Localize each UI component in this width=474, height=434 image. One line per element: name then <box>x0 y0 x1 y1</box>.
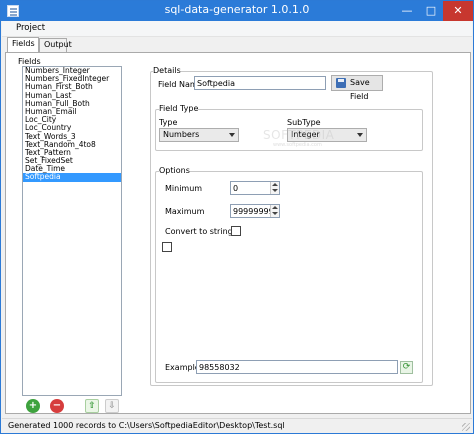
options-group <box>155 171 423 383</box>
refresh-icon: ⟳ <box>402 362 411 372</box>
field-type-group-label: Field Type <box>159 104 199 113</box>
minimum-value: 0 <box>233 184 239 193</box>
save-field-label: Save Field <box>350 78 370 101</box>
fields-group-label: Fields <box>18 57 41 66</box>
menu-project[interactable]: Project <box>16 23 45 33</box>
watermark-logo: SOFTPEDIA <box>263 128 335 142</box>
minus-icon: − <box>52 400 62 411</box>
spinner-icon[interactable] <box>270 182 279 194</box>
example-label: Example <box>165 363 200 372</box>
maximum-value: 99999999 <box>233 207 274 216</box>
move-down-button[interactable]: ⇩ <box>105 399 119 413</box>
details-group-label: Details <box>153 66 181 75</box>
option-checkbox[interactable] <box>162 242 172 252</box>
convert-to-string-label: Convert to string <box>165 227 233 236</box>
convert-to-string-checkbox[interactable] <box>231 226 241 236</box>
spin-up-icon[interactable] <box>272 183 278 186</box>
move-up-button[interactable]: ⇧ <box>85 399 99 413</box>
maximum-label: Maximum <box>165 207 205 216</box>
maximize-button[interactable]: □ <box>419 1 443 21</box>
watermark-url: www.softpedia.com <box>273 142 322 148</box>
status-text: Generated 1000 records to C:\Users\Softp… <box>8 421 285 430</box>
minimum-label: Minimum <box>165 184 203 193</box>
status-bar: Generated 1000 records to C:\Users\Softp… <box>2 418 472 433</box>
add-field-button[interactable]: + <box>26 399 40 413</box>
type-select[interactable]: Numbers <box>159 128 239 142</box>
tab-output[interactable]: Output <box>39 38 72 52</box>
arrow-up-icon: ⇧ <box>88 401 96 411</box>
example-field[interactable]: 98558032 <box>196 360 398 374</box>
list-item-selected[interactable]: Softpedia <box>23 173 121 182</box>
close-button[interactable]: ✕ <box>443 1 473 21</box>
spinner-icon[interactable] <box>270 205 279 217</box>
refresh-example-button[interactable]: ⟳ <box>400 361 413 374</box>
chevron-down-icon <box>229 133 235 137</box>
resize-grip-icon[interactable] <box>462 423 470 431</box>
tab-fields[interactable]: Fields <box>7 37 39 52</box>
spin-down-icon[interactable] <box>272 189 278 192</box>
spin-up-icon[interactable] <box>272 206 278 209</box>
subtype-label: SubType <box>287 118 321 127</box>
title-bar[interactable]: sql-data-generator 1.0.1.0 — □ ✕ <box>1 1 473 21</box>
save-field-button[interactable]: Save Field <box>331 75 383 101</box>
maximum-stepper[interactable]: 99999999 <box>230 204 280 218</box>
floppy-disk-icon <box>336 78 346 88</box>
minimum-stepper[interactable]: 0 <box>230 181 280 195</box>
field-name-input[interactable]: Softpedia <box>194 76 326 90</box>
spin-down-icon[interactable] <box>272 212 278 215</box>
minimize-button[interactable]: — <box>395 1 419 21</box>
plus-icon: + <box>28 400 38 411</box>
menu-bar: Project <box>2 21 472 37</box>
type-select-value: Numbers <box>163 130 200 139</box>
chevron-down-icon <box>357 133 363 137</box>
options-group-label: Options <box>159 166 190 175</box>
remove-field-button[interactable]: − <box>50 399 64 413</box>
type-label: Type <box>159 118 178 127</box>
arrow-down-icon: ⇩ <box>108 401 116 411</box>
app-window: sql-data-generator 1.0.1.0 — □ ✕ Project… <box>0 0 474 434</box>
fields-list[interactable]: Numbers_Integer Numbers_FixedInteger Hum… <box>22 66 122 396</box>
